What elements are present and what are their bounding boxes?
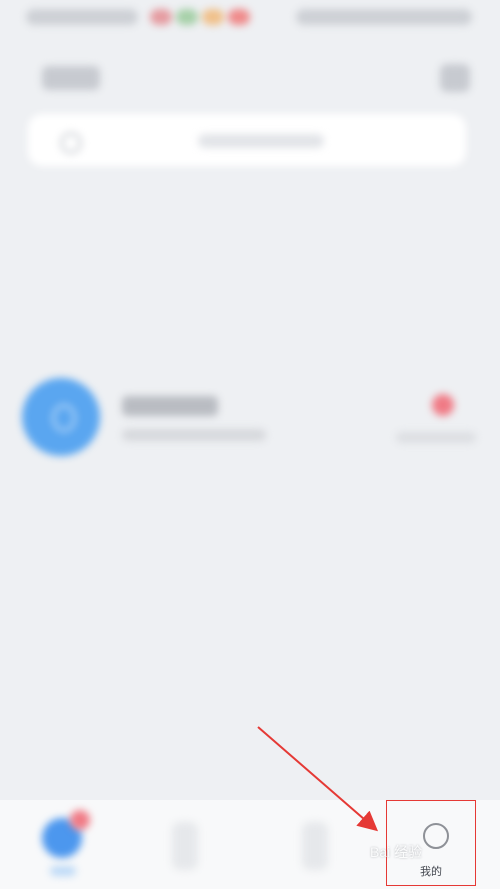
conversation-preview	[122, 429, 266, 441]
page-title	[42, 66, 100, 90]
status-notification-icons	[150, 9, 250, 25]
conversation-name	[122, 396, 218, 416]
search-icon	[60, 132, 82, 154]
status-bar	[0, 0, 500, 38]
tab-messages-label	[50, 866, 76, 876]
user-icon	[423, 823, 449, 849]
conversation-time	[396, 432, 476, 443]
tab-contacts[interactable]	[172, 822, 198, 870]
conversation-list-item[interactable]	[0, 182, 500, 456]
tab-discover[interactable]	[302, 822, 328, 870]
tab-messages-badge	[70, 810, 90, 830]
watermark: Bai 经验	[370, 844, 423, 860]
chat-icon	[52, 404, 76, 432]
status-carrier-info	[26, 9, 138, 25]
search-placeholder	[198, 134, 324, 148]
tab-profile-label: 我的	[420, 866, 442, 878]
unread-badge	[432, 394, 454, 416]
status-system-info	[296, 9, 472, 25]
menu-icon[interactable]	[440, 64, 470, 92]
